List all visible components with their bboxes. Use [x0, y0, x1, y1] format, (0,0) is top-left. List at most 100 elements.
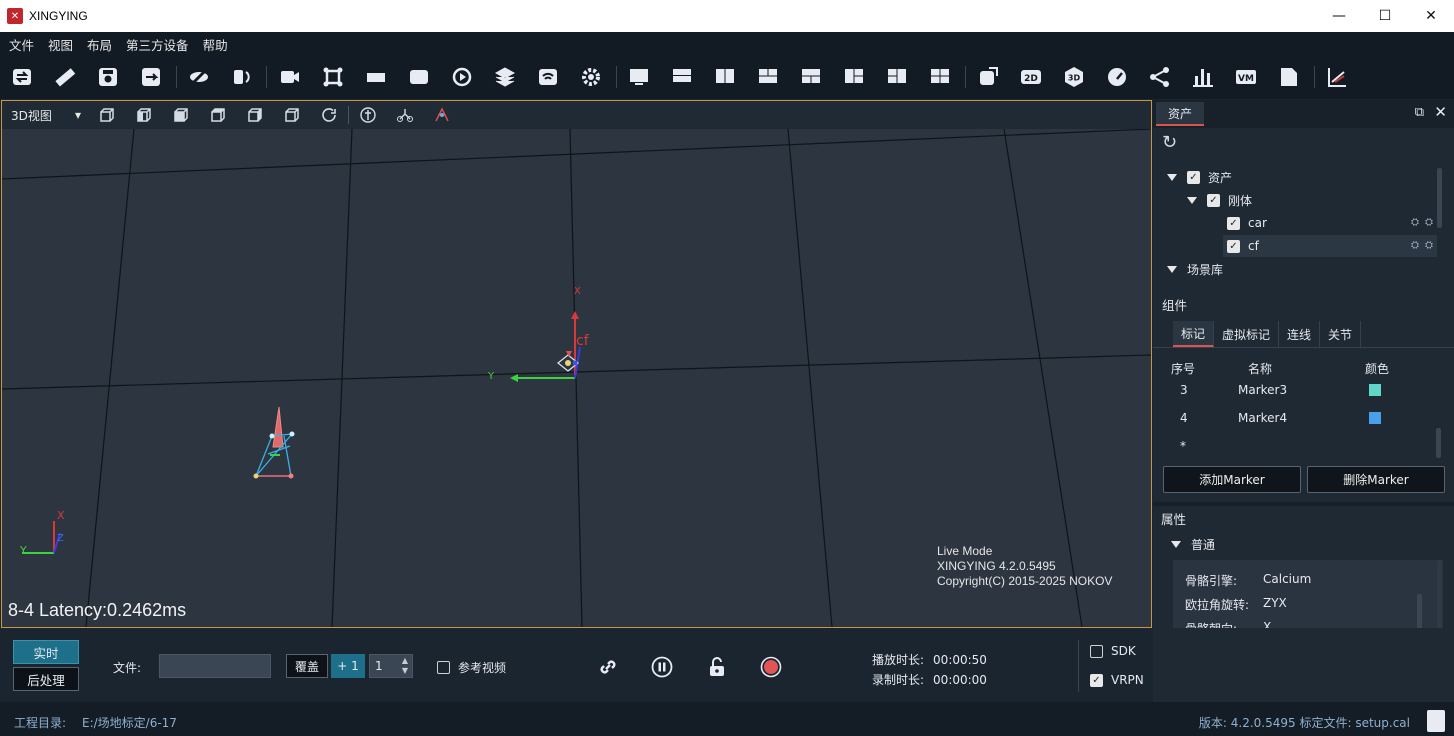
checkbox-unchecked-icon[interactable] — [437, 661, 450, 674]
tab-virtual-markers[interactable]: 虚拟标记 — [1214, 321, 1280, 347]
layout-split-icon[interactable] — [842, 65, 866, 89]
skeleton-view-icon[interactable] — [359, 106, 377, 124]
rigid-body-car[interactable] — [253, 406, 295, 479]
rigid-settings-icon[interactable]: ⛭ — [1411, 240, 1419, 251]
scale-icon[interactable] — [364, 65, 388, 89]
unlock-icon[interactable] — [706, 656, 728, 678]
tree-item-scene-library[interactable]: 场景库 — [1167, 258, 1223, 280]
tab-markers[interactable]: 标记 — [1173, 321, 1215, 347]
vm-icon[interactable]: VM — [1234, 65, 1258, 89]
realtime-button[interactable]: 实时 — [13, 640, 79, 664]
view-front-icon[interactable] — [98, 106, 116, 124]
layout-grid-icon[interactable] — [756, 65, 780, 89]
view-top-icon[interactable] — [135, 106, 153, 124]
calibration-file-icon[interactable] — [1427, 710, 1445, 732]
rigid-settings-icon[interactable]: ⛭ — [1411, 217, 1419, 228]
link-icon[interactable] — [597, 656, 619, 678]
skeleton-icon[interactable] — [1148, 65, 1172, 89]
bar-chart-icon[interactable] — [1191, 65, 1215, 89]
table-row[interactable]: 3 Marker3 — [1159, 376, 1443, 404]
sync-icon[interactable] — [230, 65, 254, 89]
vrpn-toggle[interactable]: ✓ VRPN — [1090, 673, 1144, 687]
checkbox-unchecked-icon[interactable] — [1090, 644, 1103, 658]
close-icon[interactable]: ✕ — [1434, 103, 1447, 121]
marker-scrollbar[interactable] — [1436, 428, 1441, 458]
layout-quad-icon[interactable] — [928, 65, 952, 89]
frame-icon[interactable] — [321, 65, 345, 89]
tab-joints[interactable]: 关节 — [1320, 321, 1362, 347]
graph-icon[interactable] — [1325, 65, 1349, 89]
refresh-icon[interactable]: ↻ — [1162, 132, 1177, 153]
reset-view-icon[interactable] — [320, 106, 338, 124]
document-icon[interactable] — [1277, 65, 1301, 89]
layout-two-col-icon[interactable] — [713, 65, 737, 89]
export-icon[interactable] — [976, 65, 1000, 89]
3d-icon[interactable]: 3D — [1062, 65, 1086, 89]
rigid-edit-icon[interactable]: ⛭ — [1425, 240, 1433, 251]
tree-item-rigid[interactable]: ✓ 刚体 — [1187, 189, 1252, 211]
layout-corner-icon[interactable] — [885, 65, 909, 89]
view-mode-select[interactable]: 3D视图 ▾ — [11, 107, 81, 124]
markers-view-icon[interactable] — [433, 106, 451, 124]
ruler-icon[interactable] — [53, 65, 77, 89]
sdk-toggle[interactable]: SDK — [1090, 644, 1136, 658]
tree-item-assets[interactable]: ✓ 资产 — [1167, 166, 1232, 188]
view-back-icon[interactable] — [246, 106, 264, 124]
file-input[interactable] — [159, 654, 271, 678]
3d-viewport[interactable]: 3D视图 ▾ X Y cf X Y Z Live Mode XINGYING 4… — [1, 100, 1152, 628]
settings-icon[interactable] — [579, 65, 603, 89]
float-panel-icon[interactable]: ⧉ — [1415, 105, 1424, 120]
ref-video-toggle[interactable]: 参考视频 — [437, 659, 506, 676]
menu-third-party[interactable]: 第三方设备 — [126, 35, 189, 54]
menu-help[interactable]: 帮助 — [203, 35, 228, 54]
view-bottom-icon[interactable] — [283, 106, 301, 124]
maximize-button[interactable]: ☐ — [1362, 0, 1408, 32]
close-window-button[interactable]: ✕ — [1408, 0, 1454, 32]
tree-item-cf[interactable]: ✓ cf ⛭ ⛭ — [1223, 235, 1437, 257]
checkbox-checked-icon[interactable]: ✓ — [1187, 170, 1200, 184]
minimize-button[interactable]: — — [1316, 0, 1362, 32]
tree-item-car[interactable]: ✓ car ⛭ ⛭ — [1227, 212, 1437, 234]
delete-marker-button[interactable]: 删除Marker — [1307, 466, 1445, 493]
checkbox-checked-icon[interactable]: ✓ — [1227, 239, 1240, 253]
marker-color-swatch[interactable] — [1369, 412, 1381, 424]
counter-stepper[interactable]: 1 ▲ ▼ — [369, 654, 413, 678]
view-left-icon[interactable] — [172, 106, 190, 124]
drone-view-icon[interactable] — [396, 106, 414, 124]
expand-icon[interactable] — [1167, 265, 1177, 273]
add-marker-button[interactable]: 添加Marker — [1163, 466, 1301, 493]
layout-single-icon[interactable] — [627, 65, 651, 89]
rigid-edit-icon[interactable]: ⛭ — [1425, 217, 1433, 228]
expand-icon[interactable] — [1171, 541, 1181, 548]
view-right-icon[interactable] — [209, 106, 227, 124]
expand-icon[interactable] — [1167, 173, 1177, 181]
video-icon[interactable] — [407, 65, 431, 89]
menu-file[interactable]: 文件 — [9, 35, 34, 54]
checkbox-checked-icon[interactable]: ✓ — [1207, 193, 1220, 207]
expand-icon[interactable] — [1187, 196, 1197, 204]
layout-three-icon[interactable] — [799, 65, 823, 89]
save-icon[interactable] — [96, 65, 120, 89]
postprocess-button[interactable]: 后处理 — [13, 667, 79, 691]
marker-color-swatch[interactable] — [1369, 384, 1381, 396]
wifi-icon[interactable] — [536, 65, 560, 89]
save-as-icon[interactable] — [139, 65, 163, 89]
tab-assets[interactable]: 资产 — [1156, 102, 1204, 126]
table-row[interactable]: 4 Marker4 — [1159, 404, 1443, 432]
pause-icon[interactable] — [651, 656, 673, 678]
checkbox-checked-icon[interactable]: ✓ — [1227, 216, 1240, 230]
overwrite-button[interactable]: 覆盖 — [286, 654, 328, 678]
table-row-new[interactable]: * — [1159, 432, 1443, 460]
gauge-icon[interactable] — [1105, 65, 1129, 89]
checkbox-checked-icon[interactable]: ✓ — [1090, 673, 1103, 687]
stepper-arrows-icon[interactable]: ▲ ▼ — [402, 656, 408, 676]
layout-two-row-icon[interactable] — [670, 65, 694, 89]
open-icon[interactable] — [10, 65, 34, 89]
record-icon[interactable] — [760, 656, 782, 678]
2d-icon[interactable]: 2D — [1019, 65, 1043, 89]
camera-icon[interactable] — [278, 65, 302, 89]
hide-icon[interactable] — [187, 65, 211, 89]
menu-view[interactable]: 视图 — [48, 35, 73, 54]
menu-layout[interactable]: 布局 — [87, 35, 112, 54]
layers-icon[interactable] — [493, 65, 517, 89]
